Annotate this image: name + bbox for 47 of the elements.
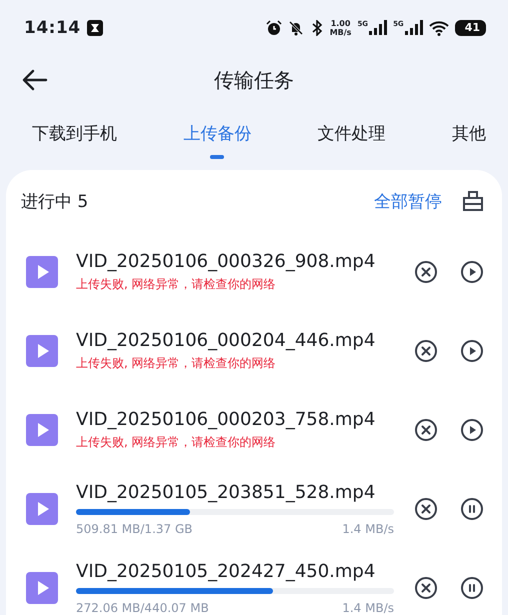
pause-all-link[interactable]: 全部暂停 [374, 190, 442, 212]
cancel-button[interactable] [414, 418, 438, 442]
file-name: VID_20250105_202427_450.mp4 [76, 560, 376, 582]
transfer-speed: 1.4 MB/s [342, 522, 394, 536]
cancel-button[interactable] [414, 576, 438, 600]
retry-button[interactable] [460, 260, 484, 284]
retry-button[interactable] [460, 418, 484, 442]
bluetooth-icon [310, 20, 324, 36]
error-message: 上传失败, 网络异常，请检查你的网络 [76, 434, 277, 450]
pause-button[interactable] [460, 496, 484, 520]
cancel-button[interactable] [414, 496, 438, 520]
file-name: VID_20250106_000326_908.mp4 [76, 250, 376, 272]
error-message: 上传失败, 网络异常，请检查你的网络 [76, 276, 277, 292]
battery-level: 41 [454, 20, 486, 36]
video-file-icon [26, 256, 58, 288]
status-time: 14:14 [24, 18, 81, 38]
transfer-size: 509.81 MB/1.37 GB [76, 522, 192, 536]
tab[interactable]: 其他 [452, 104, 486, 159]
toolbox-icon[interactable] [462, 190, 484, 212]
video-file-icon [26, 572, 58, 604]
signal-icon [404, 20, 423, 36]
tab[interactable]: 文件处理 [318, 104, 386, 159]
retry-button[interactable] [460, 338, 484, 362]
section-title: 进行中 5 [21, 190, 90, 212]
mute-icon [288, 20, 304, 36]
error-message: 上传失败, 网络异常，请检查你的网络 [76, 354, 277, 372]
transfer-size: 272.06 MB/440.07 MB [76, 600, 209, 614]
signal-icon [369, 20, 388, 36]
cancel-button[interactable] [414, 338, 438, 362]
network-speed-value: 1.00 [330, 19, 350, 28]
cancel-button[interactable] [414, 260, 438, 284]
back-button[interactable] [22, 68, 48, 92]
pause-button[interactable] [460, 576, 484, 600]
tab[interactable]: 下载到手机 [32, 104, 117, 159]
network-speed-unit: MB/s [330, 28, 352, 37]
file-name: VID_20250106_000203_758.mp4 [76, 408, 376, 430]
alarm-icon [266, 20, 282, 36]
file-name: VID_20250106_000204_446.mp4 [76, 330, 376, 352]
video-file-icon [26, 334, 58, 366]
wifi-icon [428, 20, 449, 36]
file-name: VID_20250105_203851_528.mp4 [76, 482, 376, 504]
app-notification-icon [86, 20, 103, 36]
video-file-icon [26, 414, 58, 446]
transfer-speed: 1.4 MB/s [342, 600, 394, 614]
tab[interactable]: 上传备份 [183, 104, 252, 159]
page-title: 传输任务 [214, 66, 294, 94]
video-file-icon [26, 492, 58, 524]
